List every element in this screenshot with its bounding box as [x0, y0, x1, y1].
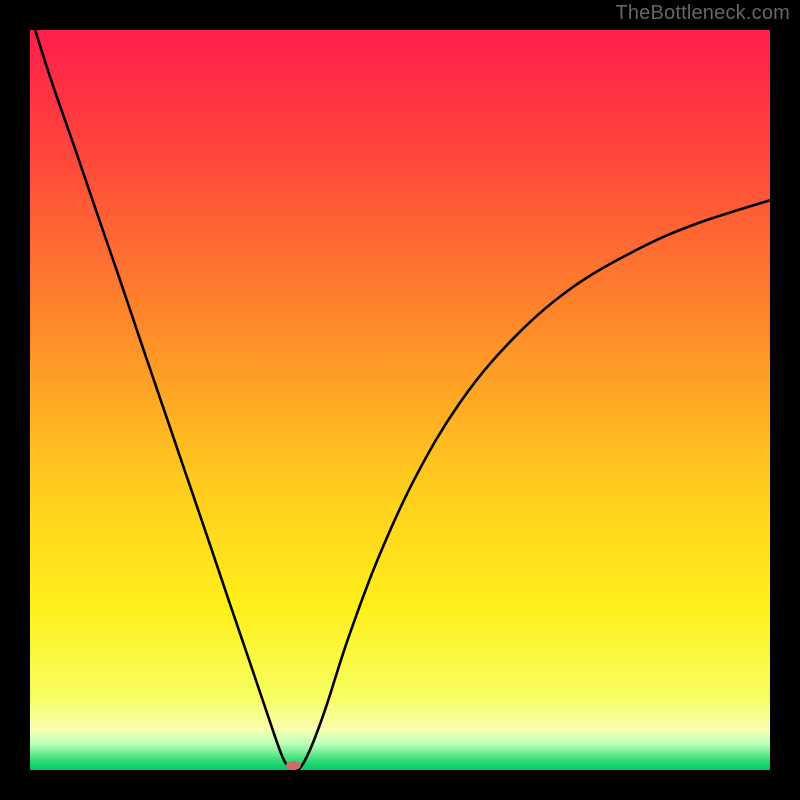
minimum-marker [286, 761, 301, 770]
chart-frame: TheBottleneck.com [0, 0, 800, 800]
watermark-text: TheBottleneck.com [615, 2, 790, 25]
gradient-background [30, 30, 770, 770]
bottleneck-chart [30, 30, 770, 770]
